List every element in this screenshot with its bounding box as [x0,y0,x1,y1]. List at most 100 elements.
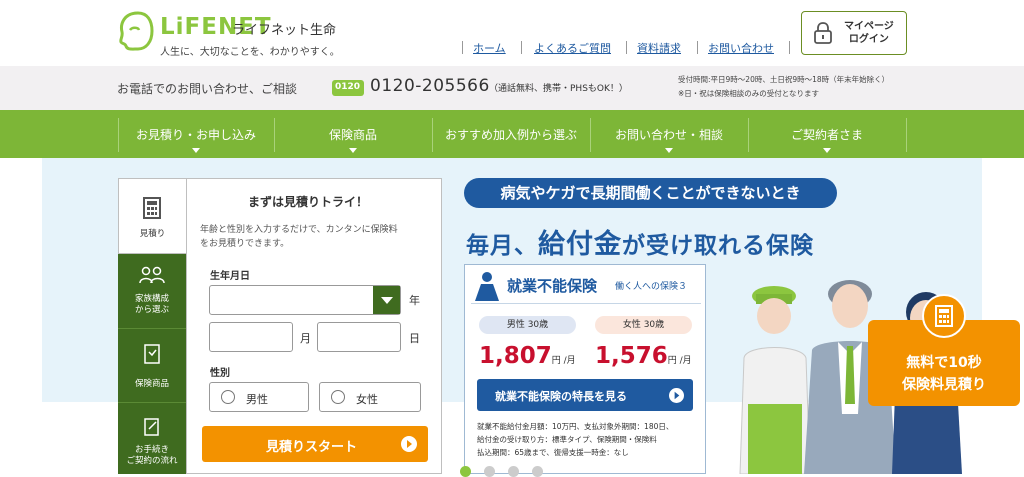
product-subtitle: 働く人への保険３ [615,282,688,292]
price-unit: 円 /月 [667,356,692,366]
gnav-quote-apply[interactable]: お見積り・お申し込み [118,110,274,158]
gnav-products[interactable]: 保険商品 [274,110,432,158]
topnav-brochure-link[interactable]: 資料請求 [637,40,681,56]
birth-day-input[interactable] [317,322,401,352]
sidetab-label: 保険商品 [134,379,169,389]
cta-line-1: 無料で10秒 [906,355,982,371]
sidetab-label: お手続き ご契約の流れ [126,445,178,466]
price-unit: 円 /月 [551,356,576,366]
gnav-label: お見積り・お申し込み [135,128,256,142]
product-note-2: 給付金の受け取り方：標準タイプ、保険期間・保険料 [477,435,657,444]
calculator-icon [143,197,161,219]
radio-circle-icon [331,390,345,404]
topnav-faq-link[interactable]: よくあるご質問 [534,40,611,56]
nav-separator [521,41,522,54]
female-age-badge: 女性 30歳 [595,316,692,334]
radio-label: 男性 [246,393,268,406]
logo-head-icon[interactable] [116,10,156,52]
logo-company-name[interactable]: ライフネット生命 [232,19,336,38]
carousel-dot[interactable] [484,466,495,477]
free-quote-cta-button[interactable]: 無料で10秒 保険料見積り [868,294,1020,406]
nav-divider [906,118,907,152]
chevron-down-icon [823,148,831,153]
gnav-label: ご契約者さま [790,128,863,142]
mypage-label: マイページ ログイン [844,20,894,46]
carousel-dot-active[interactable] [460,466,471,477]
gnav-label: お問い合わせ・相談 [614,128,723,142]
month-unit: 月 [300,332,311,345]
male-price-value: 1,807 [479,343,552,369]
quote-start-button[interactable]: 見積りスタート [202,426,428,462]
chevron-down-icon [349,148,357,153]
family-icon [139,266,165,284]
sidetab-label: 家族構成 から選ぶ [134,294,169,315]
hours-note: ※日・祝は保険相談のみの受付となります [678,89,820,98]
product-note-3: 払込期間：65歳まで、復帰支援一時金：なし [477,448,629,457]
male-age-label: 男性 30歳 [506,320,549,330]
document-icon [144,418,159,436]
product-name: 就業不能保険 [507,277,598,295]
gnav-recommended[interactable]: おすすめ加入例から選ぶ [432,110,590,158]
day-unit: 日 [409,332,420,345]
quote-description-1: 年齢と性別を入力するだけで、カンタンに保険料 [200,225,398,235]
gender-female-radio[interactable]: 女性 [319,382,421,412]
gender-label: 性別 [210,368,230,379]
gender-male-radio[interactable]: 男性 [209,382,309,412]
male-price: 1,807円 /月 [479,343,576,369]
radio-label: 女性 [356,393,378,406]
worker-icon [475,272,499,301]
nav-separator [626,41,627,54]
calculator-glyph [935,305,953,327]
phone-number[interactable]: 0120-205566 [370,76,490,96]
lock-icon [814,22,832,44]
gnav-policyholders[interactable]: ご契約者さま [748,110,906,158]
topnav-contact-link[interactable]: お問い合わせ [708,40,774,56]
sidetab-products[interactable]: 保険商品 [118,328,186,402]
sidetab-procedures[interactable]: お手続き ご契約の流れ [118,402,186,474]
female-age-label: 女性 30歳 [622,320,665,330]
quote-description-2: をお見積りできます。 [200,239,290,249]
headline-emphasis: 給付金 [538,229,622,260]
chevron-down-icon[interactable] [373,286,400,314]
hours-text: 受付時間:平日9時〜20時、土日祝9時〜18時（年末年始除く） [678,75,890,84]
tagline: 人生に、大切なことを、わかりやすく。 [160,47,340,58]
card-divider [471,303,701,304]
calculator-icon [922,294,966,338]
birth-month-input[interactable] [209,322,293,352]
chevron-down-icon [192,148,200,153]
year-unit: 年 [409,294,420,307]
radio-circle-icon [221,390,235,404]
nav-separator [462,41,463,54]
arrow-circle-icon [669,388,684,403]
sidetab-quote[interactable]: 見積り [118,178,186,254]
nav-separator [789,41,790,54]
mypage-login-button[interactable]: マイページ ログイン [801,11,907,55]
arrow-circle-icon [401,436,417,452]
sidetab-label: 見積り [139,229,166,239]
mypage-label-line1: マイページ [844,21,894,32]
headline-part: 毎月、 [466,233,538,259]
carousel-dot[interactable] [532,466,543,477]
product-icon [144,344,160,364]
female-price: 1,576円 /月 [595,343,692,369]
topnav-home-link[interactable]: ホーム [473,40,506,56]
gnav-contact[interactable]: お問い合わせ・相談 [590,110,748,158]
chevron-down-icon [665,148,673,153]
global-nav: お見積り・お申し込み 保険商品 おすすめ加入例から選ぶ お問い合わせ・相談 ご契… [0,110,1024,158]
carousel-dot[interactable] [508,466,519,477]
product-features-button[interactable]: 就業不能保険の特長を見る [477,379,693,411]
sidetab-family[interactable]: 家族構成 から選ぶ [118,254,186,328]
nav-separator [697,41,698,54]
female-price-value: 1,576 [595,343,668,369]
birth-year-select[interactable] [209,285,401,315]
site-header: LiFENET ライフネット生命 人生に、大切なことを、わかりやすく。 ホーム … [0,0,1024,66]
product-features-label: 就業不能保険の特長を見る [495,390,627,403]
phone-note: （通話無料、携帯・PHSもOK！） [489,84,628,94]
dob-label: 生年月日 [210,271,250,282]
mypage-label-line2: ログイン [848,34,889,45]
quote-start-label: 見積りスタート [266,440,358,455]
promo-banner: 病気やケガで長期間働くことができないとき [464,178,837,208]
freedial-icon-text: 0120 [335,82,361,92]
freedial-icon: 0120 [332,80,364,96]
male-age-badge: 男性 30歳 [479,316,576,334]
